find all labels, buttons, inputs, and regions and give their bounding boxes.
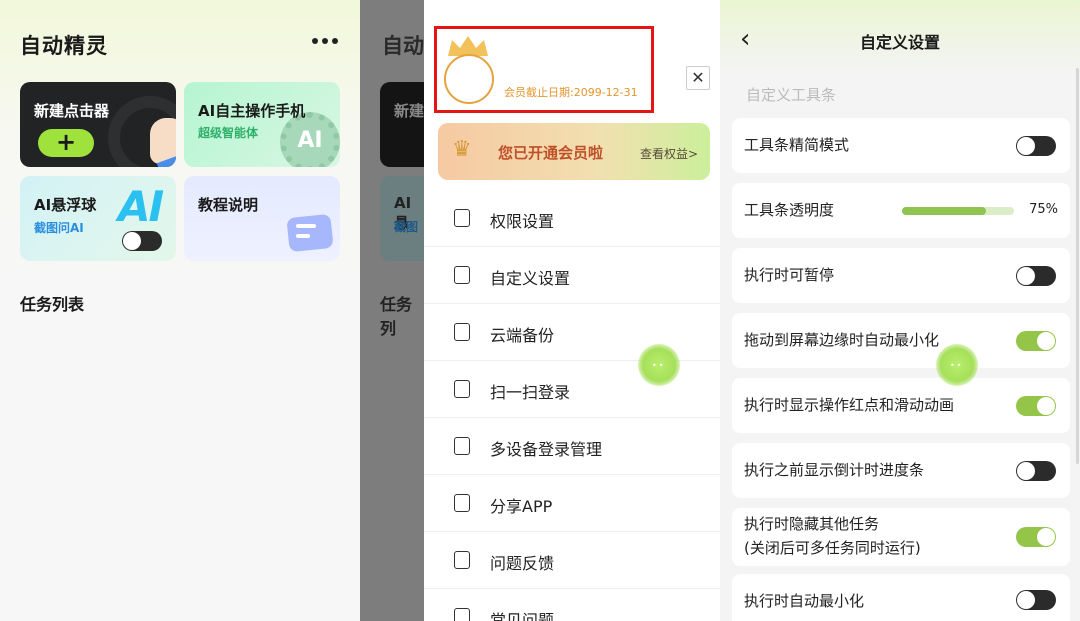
setting-row-show-red-dot: 执行时显示操作红点和滑动动画 — [732, 378, 1070, 433]
setting-row-compact-mode: 工具条精简模式 — [732, 118, 1070, 173]
pausable-toggle[interactable] — [1016, 266, 1056, 286]
new-clicker-label: 新建点击器 — [34, 102, 110, 120]
devices-icon — [454, 437, 470, 455]
bg-card-label: 新建 — [394, 102, 425, 120]
setting-label: 执行之前显示倒计时进度条 — [744, 461, 925, 479]
menu-item-share-app[interactable]: 分享APP — [424, 475, 720, 532]
hide-tasks-toggle[interactable] — [1016, 527, 1056, 547]
close-icon[interactable]: ✕ — [686, 66, 710, 90]
custom-settings-screen: 自定义设置 ‹ 自定义工具条 工具条精简模式 工具条透明度 75% 执行时可暂停… — [720, 0, 1080, 621]
show-red-dot-toggle[interactable] — [1016, 396, 1056, 416]
setting-label: 工具条透明度 — [744, 201, 835, 219]
menu-item-label: 问题反馈 — [490, 554, 555, 573]
document-icon — [286, 213, 334, 253]
menu-item-device-management[interactable]: 多设备登录管理 — [424, 418, 720, 475]
tutorial-card[interactable]: 教程说明 — [184, 176, 340, 261]
vip-crown-icon: ♛ — [452, 137, 472, 162]
ai-float-card[interactable]: AI AI悬浮球 截图问AI — [20, 176, 176, 261]
scrollbar[interactable] — [1076, 68, 1079, 464]
vip-banner[interactable]: ♛ 您已开通会员啦 查看权益> — [438, 123, 710, 180]
menu-item-label: 自定义设置 — [490, 269, 571, 288]
view-benefits-link[interactable]: 查看权益> — [640, 145, 698, 162]
countdown-toggle[interactable] — [1016, 461, 1056, 481]
ai-operate-card[interactable]: AI AI自主操作手机 超级智能体 — [184, 82, 340, 167]
home-screen: 自动精灵 新建点击器 + AI AI自主操作手机 超级智能体 AI AI悬浮球 … — [0, 0, 360, 621]
menu-item-custom-settings[interactable]: 自定义设置 — [424, 247, 720, 304]
setting-label: 执行时隐藏其他任务 — [744, 515, 880, 533]
floating-ball-icon[interactable]: •• — [638, 344, 680, 386]
setting-row-countdown: 执行之前显示倒计时进度条 — [732, 443, 1070, 498]
setting-label: 执行时显示操作红点和滑动动画 — [744, 396, 955, 414]
section-title: 自定义工具条 — [746, 86, 837, 104]
setting-row-opacity: 工具条透明度 75% — [732, 183, 1070, 238]
menu-item-permissions[interactable]: 权限设置 — [424, 190, 720, 247]
dimmed-background[interactable]: 自动 新建 AI悬 截图 任务列 — [360, 0, 440, 621]
edge-minimize-toggle[interactable] — [1016, 331, 1056, 351]
feedback-icon — [454, 551, 470, 569]
setting-label: 工具条精简模式 — [744, 136, 850, 154]
more-icon[interactable] — [312, 38, 338, 44]
document-line — [296, 234, 310, 238]
bg-title: 自动 — [382, 34, 424, 58]
highlight-box — [434, 26, 654, 113]
scan-icon — [454, 380, 470, 398]
menu-item-label: 云端备份 — [490, 326, 555, 345]
menu-item-feedback[interactable]: 问题反馈 — [424, 532, 720, 589]
setting-row-edge-minimize: 拖动到屏幕边缘时自动最小化 — [732, 313, 1070, 368]
ai-float-label: AI悬浮球 — [34, 196, 97, 214]
custom-settings-icon — [454, 266, 470, 284]
bg-card-sub: 截图 — [394, 220, 419, 234]
setting-row-hide-tasks: 执行时隐藏其他任务 (关闭后可多任务同时运行) — [732, 508, 1070, 566]
drawer-screen: 自动 新建 AI悬 截图 任务列 会员截止日期:2099-12-31 ✕ ♛ 您… — [360, 0, 720, 621]
floating-ball-icon[interactable]: •• — [936, 344, 978, 386]
opacity-slider[interactable] — [902, 207, 1014, 215]
opacity-value: 75% — [1029, 202, 1058, 217]
page-title: 自定义设置 — [859, 33, 940, 52]
setting-label: 拖动到屏幕边缘时自动最小化 — [744, 331, 940, 349]
ai-logo-icon: AI — [118, 182, 164, 231]
bg-tasks-label: 任务列 — [380, 295, 413, 338]
ai-float-toggle[interactable] — [122, 231, 162, 251]
menu-item-label: 权限设置 — [490, 212, 555, 231]
auto-minimize-toggle[interactable] — [1016, 590, 1056, 610]
setting-label: 执行时可暂停 — [744, 266, 835, 284]
menu-item-label: 扫一扫登录 — [490, 383, 571, 402]
faq-icon — [454, 608, 470, 621]
setting-row-auto-minimize: 执行时自动最小化 — [732, 574, 1070, 621]
new-clicker-card[interactable]: 新建点击器 + — [20, 82, 176, 167]
side-drawer: 会员截止日期:2099-12-31 ✕ ♛ 您已开通会员啦 查看权益> 权限设置… — [424, 0, 720, 621]
menu-item-faq[interactable]: 常见问题 — [424, 589, 720, 621]
vip-status-text: 您已开通会员啦 — [498, 144, 604, 162]
menu-item-label: 分享APP — [490, 497, 553, 516]
menu-item-label: 常见问题 — [490, 611, 555, 621]
document-line — [296, 224, 316, 228]
compact-mode-toggle[interactable] — [1016, 136, 1056, 156]
ai-operate-subtitle: 超级智能体 — [198, 126, 259, 140]
ai-float-subtitle: 截图问AI — [34, 221, 84, 235]
tutorial-label: 教程说明 — [198, 196, 259, 214]
opacity-slider-fill — [902, 207, 986, 215]
setting-label: 执行时自动最小化 — [744, 592, 865, 610]
back-icon[interactable]: ‹ — [740, 24, 750, 54]
menu-item-label: 多设备登录管理 — [490, 440, 603, 459]
shield-icon — [454, 209, 470, 227]
share-icon — [454, 494, 470, 512]
setting-row-pausable: 执行时可暂停 — [732, 248, 1070, 303]
cloud-backup-icon — [454, 323, 470, 341]
task-list-heading: 任务列表 — [20, 295, 85, 314]
add-icon[interactable]: + — [38, 129, 94, 157]
setting-sublabel: (关闭后可多任务同时运行) — [744, 539, 921, 557]
ai-operate-label: AI自主操作手机 — [198, 102, 306, 120]
app-title: 自动精灵 — [20, 34, 108, 58]
